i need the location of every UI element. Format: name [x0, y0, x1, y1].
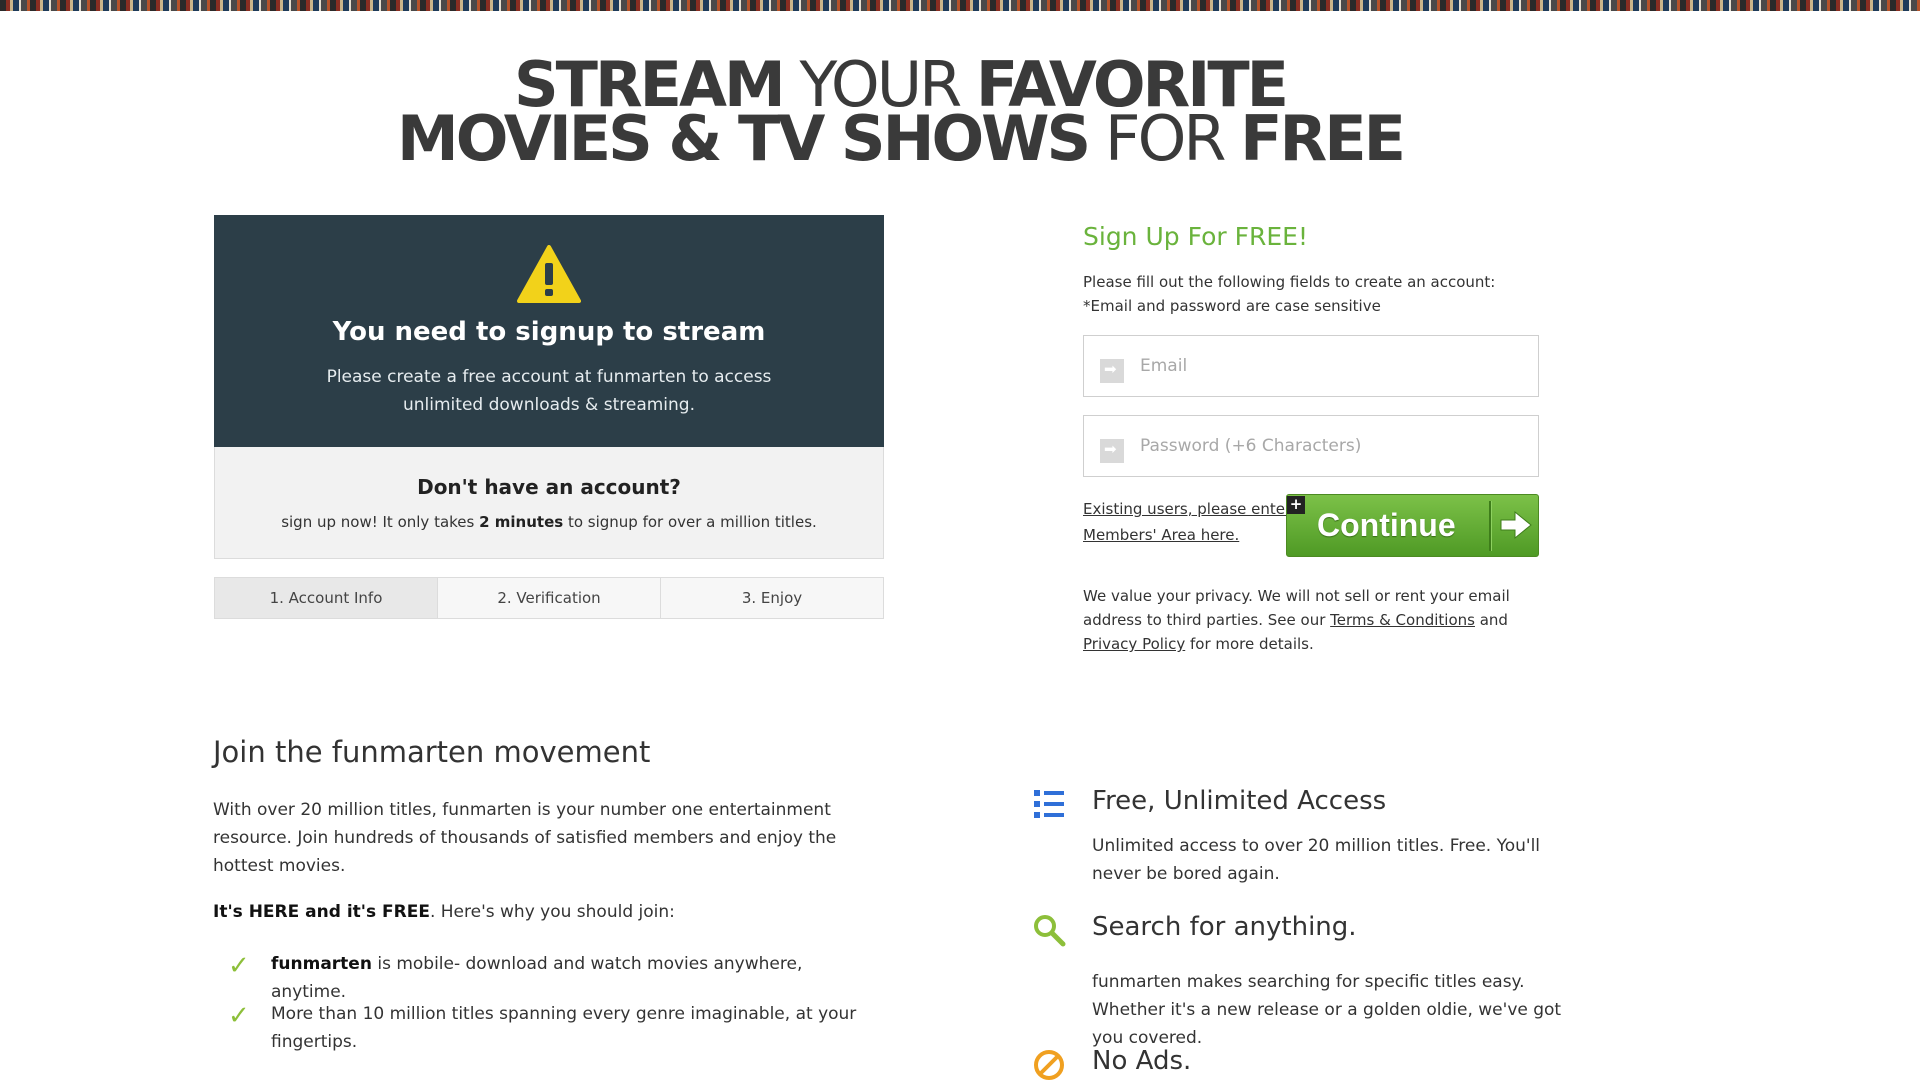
privacy-notice: We value your privacy. We will not sell … — [1083, 584, 1523, 656]
email-field[interactable] — [1083, 335, 1539, 397]
email-input[interactable] — [1140, 336, 1530, 396]
checkmark-icon: ✓ — [228, 1001, 250, 1031]
why-bold: It's HERE and it's FREE — [213, 902, 430, 922]
arrow-right-icon — [1100, 439, 1124, 463]
text-part: sign up now! It only takes — [281, 513, 480, 531]
privacy-policy-link[interactable]: Privacy Policy — [1083, 635, 1185, 653]
text-part: and — [1474, 611, 1508, 629]
no-account-text: sign up now! It only takes 2 minutes to … — [215, 513, 883, 531]
no-account-title: Don't have an account? — [417, 475, 681, 499]
headline-word: FOR — [1088, 102, 1241, 175]
text-part: for more details. — [1185, 635, 1314, 653]
no-account-box: Don't have an account? sign up now! It o… — [214, 447, 884, 559]
alert-title: You need to signup to stream — [332, 317, 766, 347]
step-verification: 2. Verification — [438, 578, 661, 618]
signup-desc-line: *Email and password are case sensitive — [1083, 297, 1381, 315]
join-title: Join the funmarten movement — [213, 735, 651, 769]
poster-strip — [0, 0, 1920, 11]
password-field[interactable] — [1083, 415, 1539, 477]
signup-desc-line: Please fill out the following fields to … — [1083, 273, 1496, 291]
search-icon — [1034, 915, 1066, 947]
text-part: . Here's why you should join: — [429, 902, 675, 922]
text-part: to signup for over a million titles. — [563, 513, 817, 531]
text-bold: 2 minutes — [479, 513, 564, 531]
feature-title: Free, Unlimited Access — [1092, 786, 1387, 816]
arrow-right-icon — [1500, 510, 1532, 540]
benefit-text: More than 10 million titles spanning eve… — [271, 1000, 881, 1056]
plus-icon: + — [1287, 496, 1305, 514]
alert-text: Please create a free account at funmarte… — [326, 367, 772, 415]
feature-text: funmarten makes searching for specific t… — [1092, 972, 1562, 1048]
members-area-link[interactable]: Existing users, please enter Members' Ar… — [1083, 496, 1293, 548]
why-join: It's HERE and it's FREE. Here's why you … — [213, 902, 675, 922]
feature-text: Unlimited access to over 20 million titl… — [1092, 836, 1541, 884]
text-part: More than 10 million titles spanning eve… — [271, 1004, 857, 1052]
arrow-right-icon — [1100, 359, 1124, 383]
signup-title: Sign Up For FREE! — [1083, 222, 1308, 251]
feature-title: Search for anything. — [1092, 912, 1357, 942]
warning-icon — [517, 245, 581, 303]
join-text: With over 20 million titles, funmarten i… — [213, 800, 837, 876]
step-account-info: 1. Account Info — [215, 578, 438, 618]
password-input[interactable] — [1140, 416, 1530, 476]
continue-label: Continue — [1317, 507, 1456, 543]
headline-word: MOVIES & TV SHOWS — [397, 102, 1091, 175]
step-enjoy: 3. Enjoy — [661, 578, 883, 618]
benefit-text: funmarten is mobile- download and watch … — [271, 950, 881, 1006]
headline-word: FREE — [1240, 102, 1406, 175]
continue-button[interactable]: Continue — [1286, 494, 1539, 557]
headline-line-2: MOVIES & TV SHOWS FOR FREE — [0, 108, 1800, 170]
feature-title: No Ads. — [1092, 1046, 1192, 1076]
list-icon — [1034, 790, 1064, 818]
benefit-bold: funmarten — [271, 954, 372, 974]
page-headline: STREAM YOUR FAVORITE MOVIES & TV SHOWS F… — [0, 54, 1800, 170]
terms-link[interactable]: Terms & Conditions — [1330, 611, 1475, 629]
signup-description: Please fill out the following fields to … — [1083, 270, 1495, 318]
signup-steps: 1. Account Info 2. Verification 3. Enjoy — [214, 577, 884, 619]
checkmark-icon: ✓ — [228, 951, 250, 981]
signup-required-panel: You need to signup to stream Please crea… — [214, 215, 884, 447]
no-ads-icon — [1034, 1050, 1064, 1080]
button-divider — [1489, 501, 1491, 551]
